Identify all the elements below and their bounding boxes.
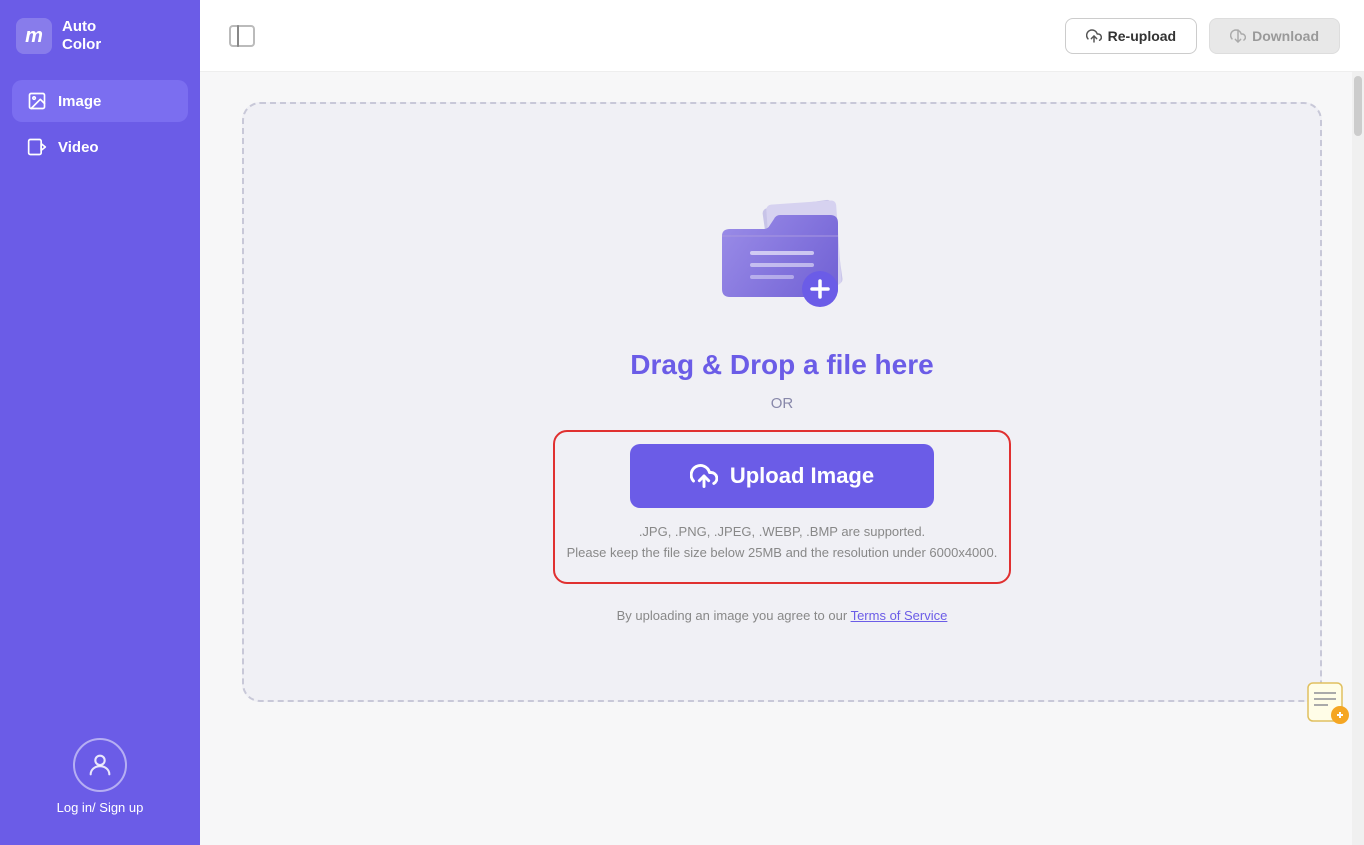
or-label: OR: [771, 395, 794, 412]
scrollbar-track: [1352, 72, 1364, 845]
sidebar: m AutoColor Image Video: [0, 0, 200, 845]
app-name: AutoColor: [62, 18, 101, 54]
terms-of-service-text: By uploading an image you agree to our T…: [617, 608, 948, 623]
notepad-widget[interactable]: [1304, 679, 1350, 725]
nav-items: Image Video: [0, 72, 200, 176]
terms-of-service-link[interactable]: Terms of Service: [851, 608, 948, 623]
reupload-button[interactable]: Re-upload: [1065, 18, 1197, 54]
panel-toggle-button[interactable]: [224, 22, 260, 50]
sidebar-item-video-label: Video: [58, 139, 99, 156]
upload-image-button[interactable]: Upload Image: [630, 444, 934, 508]
content-area: Drag & Drop a file here OR Upload Image …: [200, 72, 1364, 845]
image-icon: [26, 90, 48, 112]
header-left: [224, 22, 260, 50]
login-signup-label[interactable]: Log in/ Sign up: [57, 800, 144, 815]
sidebar-item-image-label: Image: [58, 93, 101, 110]
download-label: Download: [1252, 28, 1319, 44]
header: Re-upload Download: [200, 0, 1364, 72]
user-avatar[interactable]: [73, 738, 127, 792]
folder-illustration: [702, 191, 862, 321]
sidebar-item-video[interactable]: Video: [12, 126, 188, 168]
video-icon: [26, 136, 48, 158]
logo-area: m AutoColor: [0, 0, 200, 72]
upload-button-label: Upload Image: [730, 463, 874, 489]
download-button[interactable]: Download: [1209, 18, 1340, 54]
user-area: Log in/ Sign up: [57, 738, 144, 815]
sidebar-item-image[interactable]: Image: [12, 80, 188, 122]
reupload-label: Re-upload: [1108, 28, 1176, 44]
upload-dropzone[interactable]: Drag & Drop a file here OR Upload Image …: [242, 102, 1322, 702]
drag-drop-title: Drag & Drop a file here: [630, 349, 933, 381]
supported-formats-text: .JPG, .PNG, .JPEG, .WEBP, .BMP are suppo…: [567, 522, 998, 564]
upload-button-area: Upload Image .JPG, .PNG, .JPEG, .WEBP, .…: [553, 430, 1012, 584]
main-area: Re-upload Download: [200, 0, 1364, 845]
app-logo-icon: m: [16, 18, 52, 54]
scrollbar-thumb[interactable]: [1354, 76, 1362, 136]
header-right: Re-upload Download: [1065, 18, 1340, 54]
